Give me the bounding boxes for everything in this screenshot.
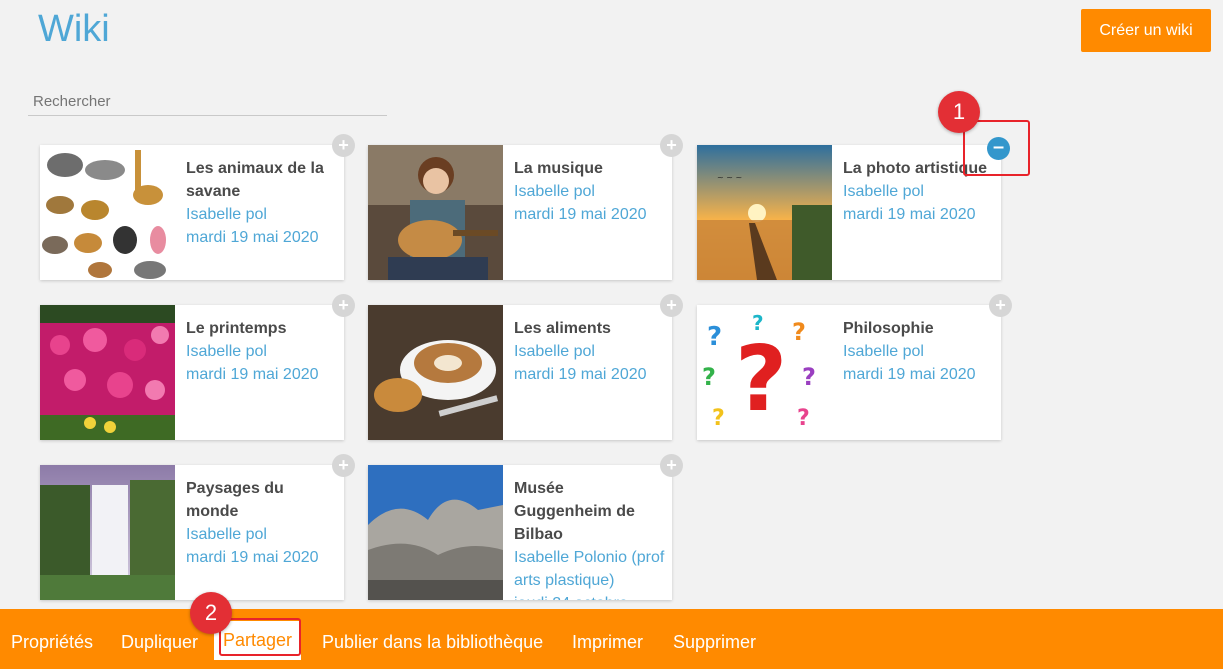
wiki-card-aliments[interactable]: Les aliments Isabelle pol mardi 19 mai 2…	[368, 294, 683, 440]
card-author[interactable]: Isabelle pol	[186, 523, 338, 546]
share-button[interactable]: Partager	[214, 621, 302, 660]
card-date: jeudi 24 octobre 2019	[514, 592, 666, 600]
card-author[interactable]: Isabelle pol	[514, 180, 666, 203]
svg-text:?: ?	[792, 318, 806, 346]
card-title[interactable]: Les aliments	[514, 317, 666, 340]
card-thumbnail	[40, 465, 175, 600]
card-date: mardi 19 mai 2020	[186, 366, 319, 383]
select-toggle-button[interactable]: +	[660, 134, 683, 157]
card-thumbnail	[368, 145, 503, 280]
card-title[interactable]: Philosophie	[843, 317, 995, 340]
card-thumbnail: ? ? ? ? ? ? ? ?	[697, 305, 832, 440]
svg-text:?: ?	[802, 363, 816, 391]
create-wiki-button[interactable]: Créer un wiki	[1081, 9, 1211, 52]
publish-library-button[interactable]: Publier dans la bibliothèque	[322, 632, 543, 653]
card-date: mardi 19 mai 2020	[186, 229, 319, 246]
wiki-card-philosophie[interactable]: ? ? ? ? ? ? ? ? Philosophie Isabelle pol…	[697, 294, 1012, 440]
card-author[interactable]: Isabelle pol	[186, 340, 338, 363]
wiki-card-photo-artistique[interactable]: ~ ~ ~ La photo artistique Isabelle pol m…	[697, 137, 1010, 280]
wiki-card-animaux[interactable]: Les animaux de la savane Isabelle pol ma…	[40, 134, 355, 280]
card-author[interactable]: Isabelle pol	[843, 180, 995, 203]
annotation-badge-1: 1	[938, 91, 980, 133]
properties-button[interactable]: Propriétés	[11, 632, 93, 653]
card-date: mardi 19 mai 2020	[843, 206, 976, 223]
annotation-badge-2: 2	[190, 592, 232, 634]
card-title[interactable]: La musique	[514, 157, 666, 180]
wiki-card-printemps[interactable]: Le printemps Isabelle pol mardi 19 mai 2…	[40, 294, 355, 440]
card-date: mardi 19 mai 2020	[514, 366, 647, 383]
card-date: mardi 19 mai 2020	[186, 549, 319, 566]
select-toggle-button[interactable]: +	[332, 454, 355, 477]
svg-text:?: ?	[735, 327, 787, 432]
select-toggle-button[interactable]: +	[660, 454, 683, 477]
card-thumbnail	[368, 305, 503, 440]
card-thumbnail	[40, 305, 175, 440]
annotation-highlight-box	[963, 120, 1030, 176]
wiki-card-paysages[interactable]: Paysages du monde Isabelle pol mardi 19 …	[40, 454, 355, 600]
select-toggle-button[interactable]: +	[332, 294, 355, 317]
delete-button[interactable]: Supprimer	[673, 632, 756, 653]
card-thumbnail	[40, 145, 175, 280]
card-author[interactable]: Isabelle Polonio (prof arts plastique)	[514, 546, 666, 592]
select-toggle-button[interactable]: +	[332, 134, 355, 157]
page-title: Wiki	[38, 8, 110, 50]
svg-text:~ ~ ~: ~ ~ ~	[717, 173, 742, 182]
action-toolbar: Propriétés Dupliquer Partager Publier da…	[0, 609, 1223, 669]
search-input[interactable]	[28, 88, 387, 114]
print-button[interactable]: Imprimer	[572, 632, 643, 653]
select-toggle-button[interactable]: +	[660, 294, 683, 317]
card-title[interactable]: Musée Guggenheim de Bilbao	[514, 477, 666, 546]
search-box	[28, 88, 387, 116]
svg-text:?: ?	[712, 406, 725, 431]
card-thumbnail	[368, 465, 503, 600]
svg-text:?: ?	[797, 406, 810, 431]
card-date: mardi 19 mai 2020	[514, 206, 647, 223]
wiki-card-musique[interactable]: La musique Isabelle pol mardi 19 mai 202…	[368, 134, 683, 280]
duplicate-button[interactable]: Dupliquer	[121, 632, 198, 653]
wiki-card-guggenheim[interactable]: Musée Guggenheim de Bilbao Isabelle Polo…	[368, 454, 683, 600]
card-title[interactable]: Les animaux de la savane	[186, 157, 338, 203]
svg-text:?: ?	[752, 311, 764, 335]
card-date: mardi 19 mai 2020	[843, 366, 976, 383]
card-author[interactable]: Isabelle pol	[843, 340, 995, 363]
card-author[interactable]: Isabelle pol	[514, 340, 666, 363]
svg-text:?: ?	[707, 322, 722, 352]
svg-text:?: ?	[702, 363, 716, 391]
card-title[interactable]: Le printemps	[186, 317, 338, 340]
card-title[interactable]: Paysages du monde	[186, 477, 338, 523]
card-thumbnail: ~ ~ ~	[697, 145, 832, 280]
card-author[interactable]: Isabelle pol	[186, 203, 338, 226]
select-toggle-button[interactable]: +	[989, 294, 1012, 317]
